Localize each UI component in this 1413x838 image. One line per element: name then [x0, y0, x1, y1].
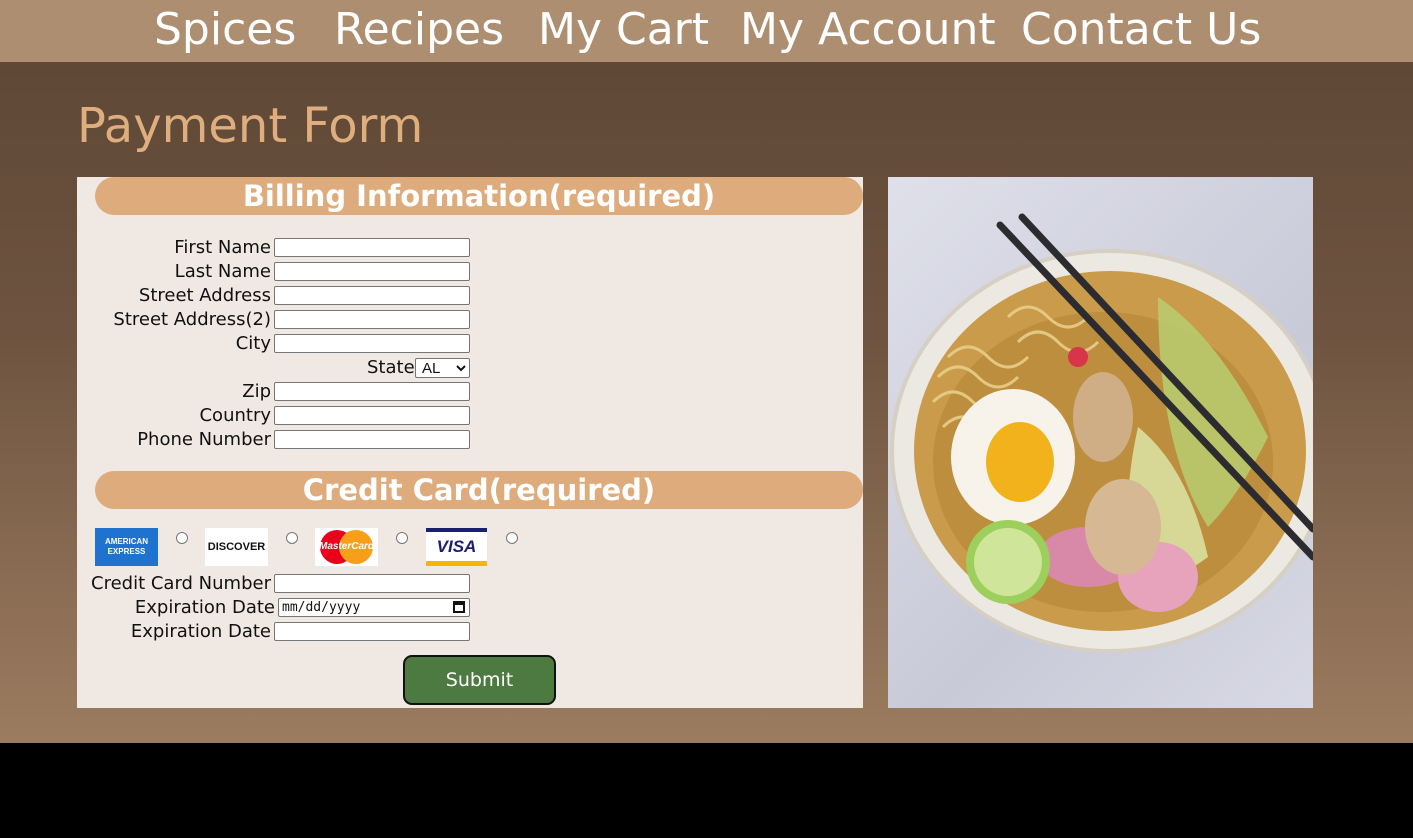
street-address-2-input[interactable]	[274, 310, 470, 329]
city-input[interactable]	[274, 334, 470, 353]
state-row: State AL	[77, 357, 547, 379]
country-input[interactable]	[274, 406, 470, 425]
country-row: Country	[77, 405, 547, 427]
expiration-date-input[interactable]: mm/dd/yyyy	[278, 598, 470, 617]
state-select[interactable]: AL	[415, 358, 470, 378]
city-row: City	[77, 333, 547, 355]
visa-logo-text: VISA	[436, 537, 477, 556]
first-name-row: First Name	[77, 237, 547, 259]
ramen-bowl-image	[890, 213, 1313, 653]
calendar-icon[interactable]	[453, 601, 465, 613]
amex-logo-text: AMERICAN EXPRESS	[104, 537, 149, 556]
discover-radio[interactable]	[286, 532, 298, 544]
state-label: State	[367, 357, 415, 378]
zip-input[interactable]	[274, 382, 470, 401]
credit-card-heading: Credit Card(required)	[95, 471, 863, 509]
amex-logo: AMERICAN EXPRESS	[95, 528, 158, 566]
card-number-label: Credit Card Number	[91, 573, 271, 594]
expiration-date-2-row: Expiration Date	[77, 621, 547, 643]
mastercard-radio[interactable]	[396, 532, 408, 544]
billing-heading: Billing Information(required)	[95, 177, 863, 215]
street-address-input[interactable]	[274, 286, 470, 305]
card-number-row: Credit Card Number	[77, 573, 547, 595]
expiration-date-2-label: Expiration Date	[130, 621, 271, 642]
nav-contact-us[interactable]: Contact Us	[1021, 2, 1261, 58]
expiration-date-row: Expiration Date mm/dd/yyyy	[77, 597, 547, 619]
phone-number-input[interactable]	[274, 430, 470, 449]
street-address-row: Street Address	[77, 285, 547, 307]
zip-label: Zip	[242, 381, 271, 402]
mastercard-logo-text: MasterCard	[318, 541, 375, 552]
amex-radio[interactable]	[176, 532, 188, 544]
last-name-input[interactable]	[274, 262, 470, 281]
street-address-2-row: Street Address(2)	[77, 309, 547, 331]
nav-my-cart[interactable]: My Cart	[538, 2, 709, 58]
discover-logo: DISCOVER	[205, 528, 268, 566]
ramen-photo	[888, 177, 1313, 708]
street-address-label: Street Address	[138, 285, 271, 306]
zip-row: Zip	[77, 381, 547, 403]
last-name-label: Last Name	[174, 261, 271, 282]
visa-radio[interactable]	[506, 532, 518, 544]
nav-spices[interactable]: Spices	[154, 2, 296, 58]
nav-recipes[interactable]: Recipes	[334, 2, 504, 58]
expiration-date-label: Expiration Date	[134, 597, 275, 618]
mastercard-logo: MasterCard	[315, 528, 378, 566]
expiration-date-2-input[interactable]	[274, 622, 470, 641]
first-name-label: First Name	[174, 237, 271, 258]
payment-form: Billing Information(required) First Name…	[77, 177, 863, 708]
expiration-date-placeholder: mm/dd/yyyy	[282, 600, 361, 615]
nav-my-account[interactable]: My Account	[740, 2, 996, 58]
last-name-row: Last Name	[77, 261, 547, 283]
top-nav: Spices Recipes My Cart My Account Contac…	[0, 0, 1413, 62]
submit-button[interactable]: Submit	[403, 655, 556, 705]
street-address-2-label: Street Address(2)	[113, 309, 271, 330]
page-title: Payment Form	[77, 98, 424, 154]
visa-logo: VISA	[426, 528, 487, 566]
phone-number-label: Phone Number	[137, 429, 271, 450]
country-label: Country	[199, 405, 271, 426]
phone-number-row: Phone Number	[77, 429, 547, 451]
first-name-input[interactable]	[274, 238, 470, 257]
discover-logo-text: DISCOVER	[207, 541, 266, 553]
card-number-input[interactable]	[274, 574, 470, 593]
city-label: City	[235, 333, 271, 354]
